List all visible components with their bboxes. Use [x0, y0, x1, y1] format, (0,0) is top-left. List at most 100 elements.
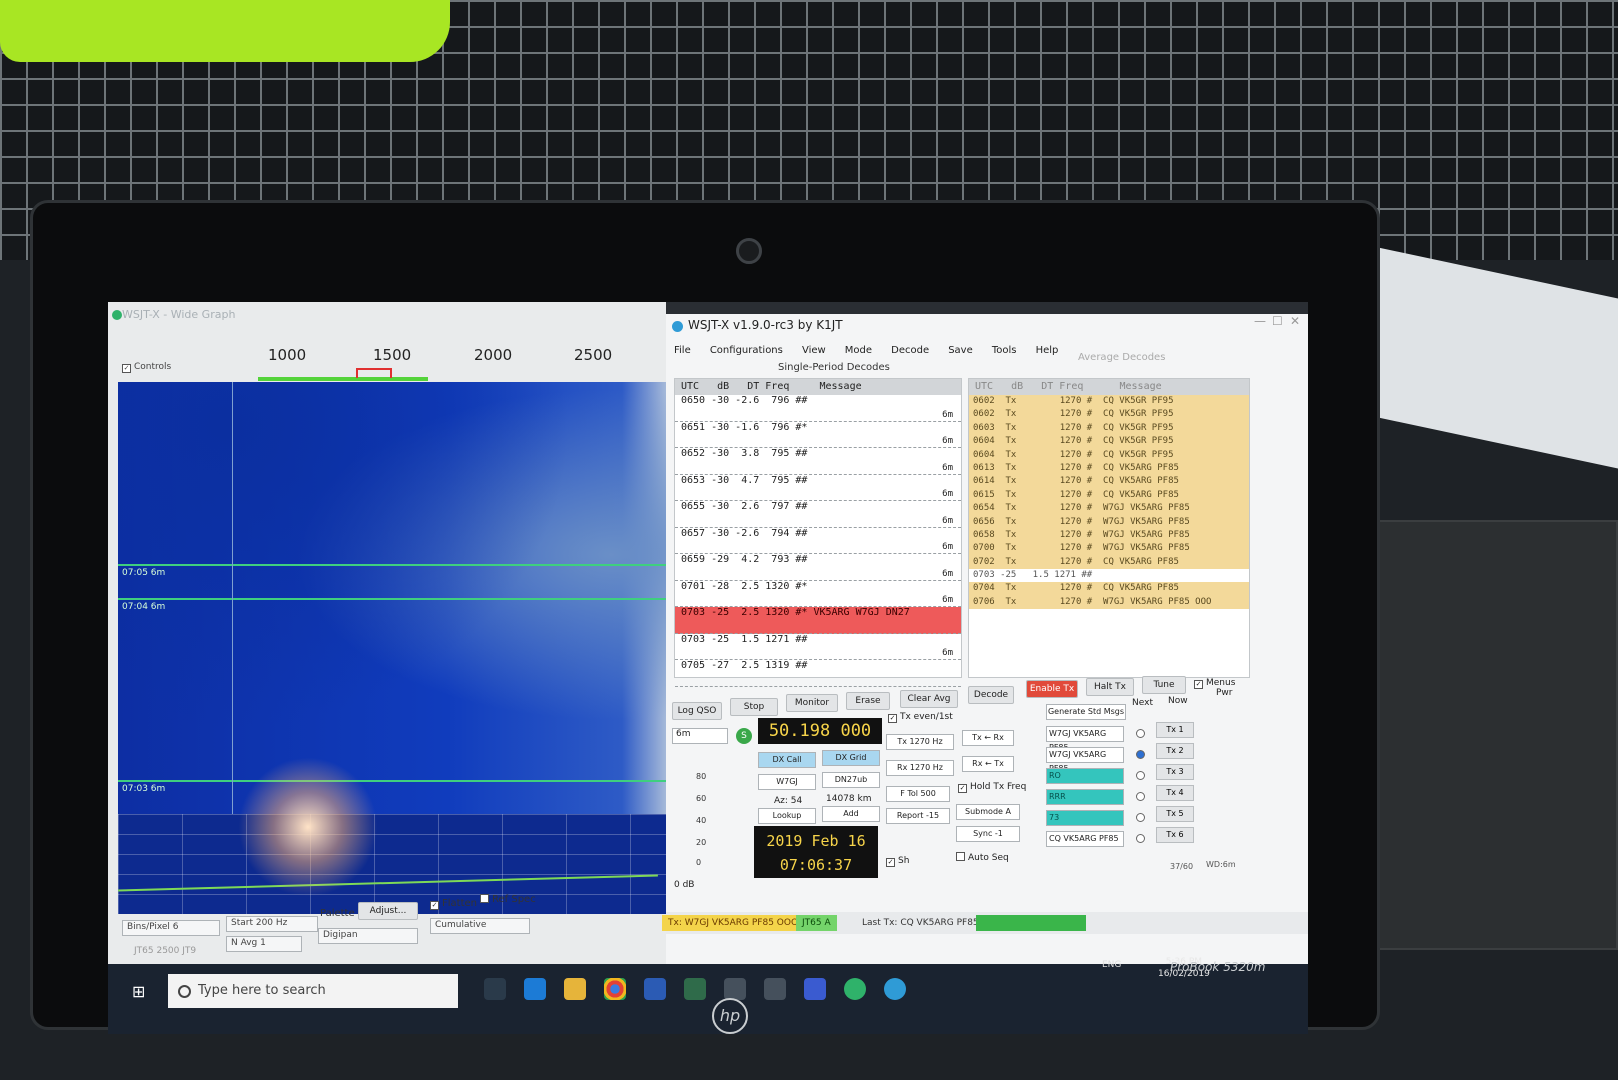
lookup-button[interactable]: Lookup [758, 808, 816, 824]
file-explorer-icon[interactable] [564, 978, 586, 1000]
word-icon[interactable] [644, 978, 666, 1000]
n1mm-icon[interactable] [804, 978, 826, 1000]
tx-message-field[interactable]: RO [1046, 768, 1124, 784]
decode-row[interactable]: 0650 -30 -2.6 796 ## 6m [675, 395, 961, 422]
band-select[interactable]: 6m [672, 728, 728, 744]
tx-now-button[interactable]: Tx 3 [1156, 764, 1194, 780]
auto-seq-checkbox[interactable]: Auto Seq [956, 852, 1009, 863]
tx-message-field[interactable]: CQ VK5ARG PF85 [1046, 831, 1124, 847]
average-decode-row[interactable]: 0700 Tx 1270 # W7GJ VK5ARG PF85 [969, 542, 1249, 556]
hold-tx-freq-checkbox[interactable]: ✓ Hold Tx Freq [958, 782, 1026, 793]
tx-now-button[interactable]: Tx 2 [1156, 743, 1194, 759]
average-decode-row[interactable]: 0613 Tx 1270 # CQ VK5ARG PF85 [969, 461, 1249, 476]
sync-spinbox[interactable]: Sync -1 [956, 826, 1020, 842]
average-decode-row[interactable]: 0602 Tx 1270 # CQ VK5GR PF95 [969, 395, 1249, 409]
erase-button[interactable]: Erase [846, 692, 890, 710]
monitor-button[interactable]: Monitor [786, 694, 838, 712]
average-decode-row[interactable]: 0702 Tx 1270 # CQ VK5ARG PF85 [969, 555, 1249, 570]
menu-tools[interactable]: Tools [992, 345, 1017, 356]
average-decode-row[interactable]: 0603 Tx 1270 # CQ VK5GR PF95 [969, 421, 1249, 436]
spectrum-display[interactable] [118, 814, 666, 914]
average-decode-row[interactable]: 0602 Tx 1270 # CQ VK5GR PF95 [969, 408, 1249, 422]
close-icon[interactable]: ✕ [1290, 314, 1300, 328]
chrome-icon[interactable] [604, 978, 626, 1000]
average-decode-row[interactable]: 0703 -25 1.5 1271 ## [969, 569, 1249, 583]
decode-row[interactable]: 0652 -30 3.8 795 ## 6m [675, 448, 961, 475]
submode-select[interactable]: Submode A [956, 804, 1020, 820]
palette-select[interactable]: Digipan [318, 928, 418, 944]
decode-row[interactable]: 0703 -25 2.5 1320 #* VK5ARG W7GJ DN27 [675, 607, 961, 634]
tx-message-field[interactable]: W7GJ VK5ARG PF85 [1046, 747, 1124, 773]
tune-button[interactable]: Tune [1142, 676, 1186, 694]
network-app-icon[interactable] [764, 978, 786, 1000]
satellite-app-icon[interactable] [684, 978, 706, 1000]
next-tx-radio[interactable] [1136, 834, 1145, 843]
average-decode-row[interactable]: 0704 Tx 1270 # CQ VK5ARG PF85 [969, 582, 1249, 596]
log-qso-button[interactable]: Log QSO [672, 702, 722, 720]
minimize-icon[interactable]: — [1254, 314, 1266, 328]
next-tx-radio[interactable] [1136, 771, 1145, 780]
rx-freq-spinbox[interactable]: Rx 1270 Hz [886, 760, 954, 776]
menu-file[interactable]: File [674, 345, 691, 356]
refspec-checkbox[interactable]: Ref Spec [480, 894, 536, 905]
menu-save[interactable]: Save [948, 345, 973, 356]
edge-icon[interactable] [524, 978, 546, 1000]
tx-now-button[interactable]: Tx 6 [1156, 827, 1194, 843]
menu-mode[interactable]: Mode [845, 345, 872, 356]
wsjtx-taskbar-icon[interactable] [844, 978, 866, 1000]
tx-message-field[interactable]: RRR [1046, 789, 1124, 805]
dx-call-input[interactable]: W7GJ [758, 774, 816, 790]
flatten-checkbox[interactable]: ✓ Flatten [430, 898, 477, 910]
average-decode-row[interactable]: 0604 Tx 1270 # CQ VK5GR PF95 [969, 435, 1249, 449]
app-icon[interactable] [724, 978, 746, 1000]
tx-message-field[interactable]: 73 [1046, 810, 1124, 826]
windows-start-icon[interactable]: ⊞ [132, 982, 145, 1001]
average-decodes-list[interactable]: UTC dB DT Freq Message 0602 Tx 1270 # CQ… [968, 378, 1250, 678]
wsjtx-main-taskbar-icon[interactable] [884, 978, 906, 1000]
average-decode-row[interactable]: 0614 Tx 1270 # CQ VK5ARG PF85 [969, 475, 1249, 489]
tx-freq-spinbox[interactable]: Tx 1270 Hz [886, 734, 954, 750]
next-tx-radio[interactable] [1136, 750, 1145, 759]
report-spinbox[interactable]: Report -15 [886, 808, 950, 824]
decode-row[interactable]: 0705 -27 2.5 1319 ## [675, 660, 961, 687]
cumulative-select[interactable]: Cumulative [430, 918, 530, 934]
decode-row[interactable]: 0703 -25 1.5 1271 ## 6m [675, 634, 961, 660]
menu-view[interactable]: View [802, 345, 826, 356]
menu-configurations[interactable]: Configurations [710, 345, 783, 356]
decode-row[interactable]: 0659 -29 4.2 793 ## 6m [675, 554, 961, 581]
start-freq-spinbox[interactable]: Start 200 Hz [226, 916, 318, 932]
dx-grid-input[interactable]: DN27ub [822, 772, 880, 788]
decode-row[interactable]: 0655 -30 2.6 797 ## 6m [675, 501, 961, 528]
sh-checkbox[interactable]: ✓ Sh [886, 856, 909, 867]
taskbar-search-input[interactable]: Type here to search [168, 974, 458, 1008]
average-decode-row[interactable]: 0706 Tx 1270 # W7GJ VK5ARG PF85 OOO [969, 595, 1249, 610]
ftol-spinbox[interactable]: F Tol 500 [886, 786, 950, 802]
decode-row[interactable]: 0701 -28 2.5 1320 #* 6m [675, 581, 961, 607]
decode-row[interactable]: 0653 -30 4.7 795 ## 6m [675, 475, 961, 501]
stop-button[interactable]: Stop [730, 698, 778, 716]
clear-avg-button[interactable]: Clear Avg [900, 690, 958, 708]
next-tx-radio[interactable] [1136, 792, 1145, 801]
halt-tx-button[interactable]: Halt Tx [1086, 678, 1134, 696]
decode-row[interactable]: 0657 -30 -2.6 794 ## 6m [675, 528, 961, 554]
maximize-icon[interactable]: ☐ [1272, 314, 1283, 328]
rx-from-tx-button[interactable]: Rx ← Tx [962, 756, 1014, 772]
generate-std-msgs-button[interactable]: Generate Std Msgs [1046, 704, 1126, 720]
add-button[interactable]: Add [822, 806, 880, 822]
average-decode-row[interactable]: 0604 Tx 1270 # CQ VK5GR PF95 [969, 448, 1249, 462]
navg-spinbox[interactable]: N Avg 1 [226, 936, 302, 952]
language-indicator[interactable]: ENG [1102, 960, 1121, 970]
decode-row[interactable]: 0651 -30 -1.6 796 #* 6m [675, 422, 961, 448]
waterfall-display[interactable]: 07:05 6m 07:04 6m 07:03 6m [118, 382, 666, 814]
tx-message-field[interactable]: W7GJ VK5ARG PF85 [1046, 726, 1124, 752]
average-decode-row[interactable]: 0615 Tx 1270 # CQ VK5ARG PF85 [969, 488, 1249, 503]
single-period-decodes-list[interactable]: UTC dB DT Freq Message 0650 -30 -2.6 796… [674, 378, 962, 687]
menu-decode[interactable]: Decode [891, 345, 929, 356]
menu-help[interactable]: Help [1036, 345, 1059, 356]
average-decode-row[interactable]: 0656 Tx 1270 # W7GJ VK5ARG PF85 [969, 515, 1249, 529]
tx-now-button[interactable]: Tx 1 [1156, 722, 1194, 738]
tx-even-checkbox[interactable]: ✓ Tx even/1st [888, 712, 953, 723]
next-tx-radio[interactable] [1136, 729, 1145, 738]
adjust-button[interactable]: Adjust... [358, 902, 418, 920]
enable-tx-button[interactable]: Enable Tx [1026, 680, 1078, 698]
